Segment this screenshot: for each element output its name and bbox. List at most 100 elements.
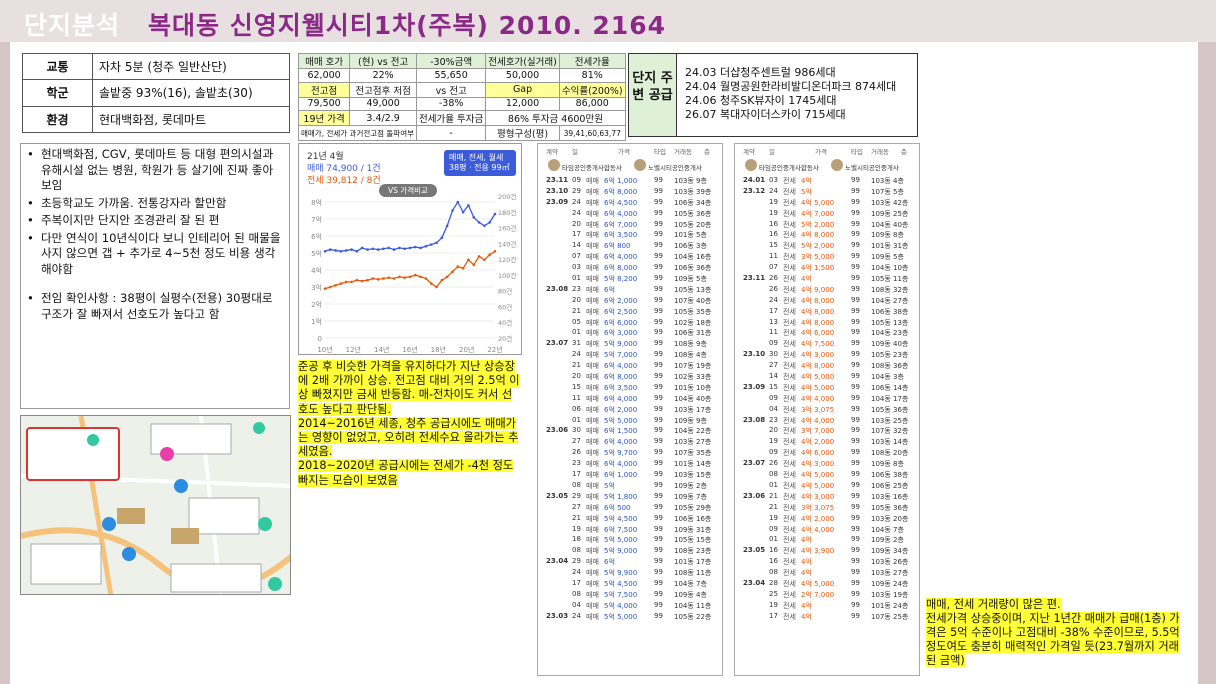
table-row[interactable]: 24 전세 4억 8,000 99 104동 27층 [735,295,919,306]
table-row[interactable]: 27 매매 6억 500 99 105동 29층 [538,502,722,513]
row-cell: 26 [572,448,581,457]
row-cell: 24 [572,197,581,206]
table-row[interactable]: 19 전세 4억 5,000 99 103동 42층 [735,197,919,208]
table-row[interactable]: 24 매매 5억 9,900 99 108동 11층 [538,567,722,578]
row-cell: 103동 15층 [674,471,712,480]
row-cell: 6억 3,000 [604,329,638,338]
table-row[interactable]: 16 전세 4억 8,000 99 109동 8층 [735,229,919,240]
table-row[interactable]: 19 전세 4억 7,000 99 109동 25층 [735,208,919,219]
table-row[interactable]: 23.03 24 매매 5억 5,000 99 105동 22층 [538,611,722,622]
table-row[interactable]: 23.12 24 전세 5억 99 107동 5층 [735,186,919,197]
table-row[interactable]: 18 매매 5억 5,000 99 105동 15층 [538,534,722,545]
table-row[interactable]: 08 매매 5억 99 109동 2층 [538,480,722,491]
table-row[interactable]: 01 매매 5억 8,200 99 109동 5층 [538,273,722,284]
table-row[interactable]: 23.05 16 전세 4억 3,900 99 109동 34층 [735,545,919,556]
table-row[interactable]: 08 전세 4억 5,000 99 106동 38층 [735,469,919,480]
table-row[interactable]: 15 전세 5억 2,000 99 101동 31층 [735,240,919,251]
compare-button[interactable]: VS 가격비교 [379,184,437,197]
table-row[interactable]: 20 매매 6억 2,000 99 107동 40층 [538,295,722,306]
table-row[interactable]: 09 전세 4억 4,000 99 104동 17층 [735,393,919,404]
table-row[interactable]: 21 매매 5억 4,500 99 106동 16층 [538,513,722,524]
table-row[interactable]: 01 매매 5억 5,000 99 109동 9층 [538,415,722,426]
table-row[interactable]: 27 매매 6억 4,000 99 103동 27층 [538,436,722,447]
table-row[interactable]: 20 전세 3억 7,000 99 107동 32층 [735,425,919,436]
table-row[interactable]: 09 전세 4억 7,500 99 109동 40층 [735,338,919,349]
table-row[interactable]: 08 매매 5억 7,500 99 109동 4층 [538,589,722,600]
table-row[interactable]: 23.09 15 전세 4억 5,000 99 106동 14층 [735,382,919,393]
table-row[interactable]: 17 매매 6억 1,000 99 103동 15층 [538,469,722,480]
table-row[interactable]: 23.04 29 매매 6억 99 101동 17층 [538,556,722,567]
table-row[interactable]: 19 전세 4억 2,000 99 103동 14층 [735,436,919,447]
bullet-item: 주복이지만 단지안 조경관리 잘 된 편 [25,213,283,229]
table-row[interactable]: 03 매매 6억 8,000 99 106동 36층 [538,262,722,273]
table-row[interactable]: 09 전세 4억 6,000 99 108동 20층 [735,447,919,458]
table-row[interactable]: 06 매매 6억 2,000 99 103동 17층 [538,404,722,415]
row-cell: 99 [654,568,663,577]
table-row[interactable]: 07 매매 6억 4,000 99 104동 16층 [538,251,722,262]
table-row[interactable]: 21 매매 6억 4,000 99 107동 19층 [538,360,722,371]
table-row[interactable]: 27 전세 4억 8,000 99 108동 36층 [735,360,919,371]
table-row[interactable]: 13 전세 4억 8,000 99 105동 13층 [735,317,919,328]
table-row[interactable]: 20 매매 6억 8,000 99 102동 33층 [538,371,722,382]
table-row[interactable]: 17 전세 4억 8,000 99 106동 38층 [735,306,919,317]
table-row[interactable]: 21 매매 6억 2,500 99 105동 35층 [538,306,722,317]
table-row[interactable]: 17 매매 5억 4,500 99 104동 7층 [538,578,722,589]
data-point [419,275,422,279]
table-row[interactable]: 19 매매 6억 7,500 99 109동 31층 [538,524,722,535]
table-row[interactable]: 25 전세 2억 7,000 99 103동 19층 [735,589,919,600]
row-cell: 99 [851,524,860,533]
table-row[interactable]: 07 전세 4억 1,500 99 104동 10층 [735,262,919,273]
table-row[interactable]: 01 전세 4억 99 109동 2층 [735,534,919,545]
table-row[interactable]: 08 매매 5억 9,000 99 108동 23층 [538,545,722,556]
table-row[interactable]: 23.06 30 매매 6억 1,500 99 104동 22층 [538,425,722,436]
data-point [488,221,491,224]
table-row[interactable]: 23.04 28 전세 4억 5,000 99 109동 24층 [735,578,919,589]
price-cell: 81% [558,68,626,83]
table-row[interactable]: 23.08 23 매매 6억 99 105동 13층 [538,284,722,295]
table-row[interactable]: 17 매매 6억 3,500 99 101동 5층 [538,229,722,240]
table-row[interactable]: 09 전세 4억 4,000 99 104동 7층 [735,524,919,535]
table-row[interactable]: 16 전세 5억 2,000 99 104동 40층 [735,219,919,230]
table-row[interactable]: 24 매매 6억 4,000 99 105동 36층 [538,208,722,219]
table-row[interactable]: 26 전세 4억 9,000 99 108동 32층 [735,284,919,295]
table-row[interactable]: 24 매매 5억 7,000 99 108동 4층 [538,349,722,360]
table-row[interactable]: 19 전세 4억 99 101동 24층 [735,600,919,611]
table-row[interactable]: 15 매매 6억 3,500 99 101동 10층 [538,382,722,393]
table-row[interactable]: 14 매매 6억 800 99 106동 3층 [538,240,722,251]
table-row[interactable]: 04 매매 5억 4,000 99 104동 11층 [538,600,722,611]
deal-type-filter-button[interactable]: 매매, 전세, 월세 38평 · 전용 99㎡ [444,150,516,176]
table-row[interactable]: 23.11 09 매매 6억 1,000 99 103동 9층 [538,175,722,186]
table-row[interactable]: 26 매매 5억 9,700 99 107동 35층 [538,447,722,458]
table-row[interactable]: 11 전세 3억 5,000 99 109동 5층 [735,251,919,262]
table-row[interactable]: 04 전세 3억 3,075 99 105동 36층 [735,404,919,415]
transaction-list-sale[interactable]: 계약 일 가격 타입 거래동 층 타임공인중개사합동사 노벨시티공인중개사 23… [537,143,723,676]
filter-sub: 38평 · 전용 99㎡ [449,163,510,172]
table-row[interactable]: 23.08 23 전세 4억 4,000 99 103동 25층 [735,415,919,426]
row-cell: 5억 9,000 [604,547,638,556]
table-row[interactable]: 23 매매 6억 4,000 99 101동 14층 [538,458,722,469]
table-row[interactable]: 23.05 29 매매 5억 1,800 99 109동 7층 [538,491,722,502]
table-row[interactable]: 01 전세 4억 5,000 99 106동 25층 [735,480,919,491]
transaction-list-rent[interactable]: 계약 일 가격 타입 거래동 층 타임공인중개사합동사 노벨시티공인중개사 24… [734,143,920,676]
table-row[interactable]: 16 전세 4억 99 103동 26층 [735,556,919,567]
table-row[interactable]: 11 매매 6억 4,000 99 104동 40층 [538,393,722,404]
table-row[interactable]: 23.11 26 전세 4억 99 105동 11층 [735,273,919,284]
table-row[interactable]: 23.07 31 매매 5억 9,000 99 108동 9층 [538,338,722,349]
table-row[interactable]: 23.07 26 전세 4억 3,000 99 109동 8층 [735,458,919,469]
table-row[interactable]: 17 전세 4억 99 107동 25층 [735,611,919,622]
row-cell: 99 [851,437,860,446]
table-row[interactable]: 14 전세 4억 5,000 99 104동 3층 [735,371,919,382]
table-row[interactable]: 23.06 21 전세 4억 3,000 99 103동 16층 [735,491,919,502]
table-row[interactable]: 20 매매 6억 7,000 99 105동 20층 [538,219,722,230]
table-row[interactable]: 24.01 03 전세 4억 99 103동 4층 [735,175,919,186]
table-row[interactable]: 23.10 29 매매 6억 8,000 99 103동 39층 [538,186,722,197]
table-row[interactable]: 21 전세 3억 3,075 99 105동 36층 [735,502,919,513]
table-row[interactable]: 19 전세 4억 2,000 99 103동 20층 [735,513,919,524]
table-row[interactable]: 23.10 30 전세 4억 3,000 99 105동 23층 [735,349,919,360]
table-row[interactable]: 11 전세 4억 6,000 99 104동 23층 [735,327,919,338]
table-row[interactable]: 08 전세 4억 99 103동 27층 [735,567,919,578]
table-row[interactable]: 01 매매 6억 3,000 99 106동 31층 [538,327,722,338]
row-cell: 23.05 [546,491,569,500]
table-row[interactable]: 23.09 24 매매 6억 4,500 99 106동 34층 [538,197,722,208]
table-row[interactable]: 05 매매 6억 6,000 99 102동 18층 [538,317,722,328]
